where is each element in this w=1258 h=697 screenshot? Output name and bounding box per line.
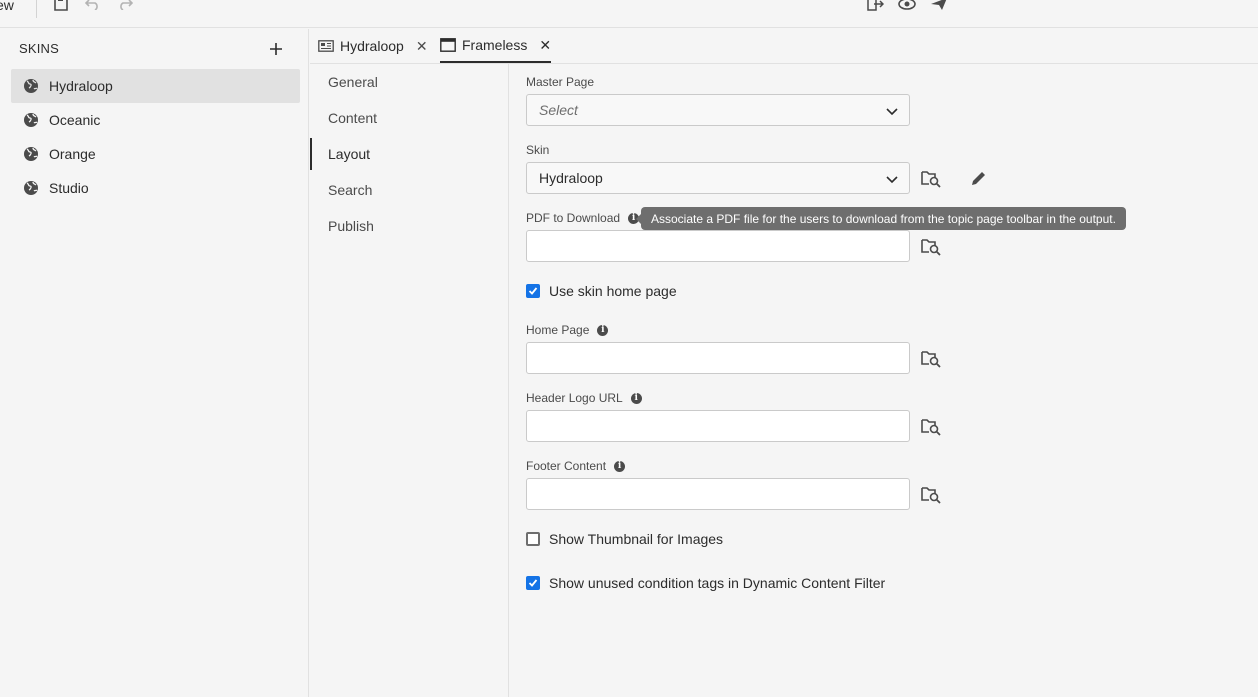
show-thumbnail-label: Show Thumbnail for Images	[549, 531, 724, 547]
footer-content-input[interactable]	[526, 478, 910, 510]
skin-item-label: Orange	[49, 146, 96, 162]
skin-item-label: Studio	[49, 180, 89, 196]
skin-select-value: Hydraloop	[539, 170, 603, 186]
browse-header-logo-icon[interactable]	[921, 416, 941, 436]
article-icon	[318, 39, 334, 53]
nav-item-general[interactable]: General	[310, 64, 508, 100]
checkbox-checked-icon[interactable]	[526, 576, 540, 590]
close-icon[interactable]: ✕	[539, 37, 551, 54]
home-page-label-text: Home Page	[526, 323, 590, 337]
checkbox-unchecked-icon[interactable]	[526, 532, 540, 546]
add-skin-button[interactable]	[266, 39, 286, 59]
window-icon	[440, 38, 456, 52]
skin-item-hydraloop[interactable]: Hydraloop	[11, 69, 300, 103]
footer-content-label: Footer Content i	[526, 459, 626, 473]
export-icon[interactable]	[866, 0, 884, 12]
home-page-input[interactable]	[526, 342, 910, 374]
browse-pdf-icon[interactable]	[921, 236, 941, 256]
toolbar-divider	[36, 0, 37, 18]
nav-item-search[interactable]: Search	[310, 172, 508, 208]
toolbar-truncated-label[interactable]: ew	[0, 0, 14, 13]
globe-icon	[23, 78, 39, 94]
plus-icon	[270, 43, 282, 55]
skin-item-orange[interactable]: Orange	[11, 137, 300, 171]
header-logo-label-text: Header Logo URL	[526, 391, 623, 405]
checkbox-checked-icon[interactable]	[526, 284, 540, 298]
save-icon[interactable]	[52, 0, 70, 12]
skin-item-studio[interactable]: Studio	[11, 171, 300, 205]
skins-panel-title: SKINS	[19, 41, 60, 56]
skin-label-text: Skin	[526, 143, 550, 157]
tab-label: Hydraloop	[340, 38, 404, 54]
redo-icon[interactable]	[116, 0, 134, 12]
editor-tabs: Hydraloop ✕ Frameless ✕	[310, 29, 1258, 64]
skin-item-label: Oceanic	[49, 112, 101, 128]
top-toolbar: ew	[0, 0, 1258, 28]
info-icon[interactable]: i	[614, 460, 626, 472]
globe-icon	[23, 146, 39, 162]
info-icon[interactable]: i	[597, 324, 609, 336]
header-logo-input[interactable]	[526, 410, 910, 442]
tab-frameless[interactable]: Frameless ✕	[440, 29, 552, 63]
skin-item-label: Hydraloop	[49, 78, 113, 94]
pdf-download-label-text: PDF to Download	[526, 211, 621, 225]
chevron-down-icon	[886, 176, 898, 184]
browse-skin-icon[interactable]	[921, 168, 941, 188]
show-unused-tags-label: Show unused condition tags in Dynamic Co…	[549, 575, 886, 591]
skin-list: Hydraloop Oceanic Orange Studio	[11, 69, 300, 205]
tab-hydraloop[interactable]: Hydraloop ✕	[318, 29, 428, 63]
browse-home-page-icon[interactable]	[921, 348, 941, 368]
tab-label: Frameless	[462, 37, 528, 53]
nav-item-layout[interactable]: Layout	[310, 136, 508, 172]
master-page-placeholder: Select	[539, 102, 578, 118]
preview-eye-icon[interactable]	[898, 0, 916, 12]
nav-item-publish[interactable]: Publish	[310, 208, 508, 244]
publish-send-icon[interactable]	[930, 0, 948, 12]
globe-icon	[23, 180, 39, 196]
footer-content-label-text: Footer Content	[526, 459, 607, 473]
info-icon[interactable]: i	[630, 392, 642, 404]
master-page-select[interactable]: Select	[526, 94, 910, 126]
show-unused-tags-checkbox[interactable]: Show unused condition tags in Dynamic Co…	[526, 575, 885, 591]
pdf-download-label: PDF to Download i	[526, 211, 640, 225]
chevron-down-icon	[886, 108, 898, 116]
skin-label: Skin	[526, 143, 549, 157]
pdf-download-input[interactable]	[526, 230, 910, 262]
skins-panel: SKINS Hydraloop Oceanic Orange Studio	[0, 29, 309, 697]
undo-icon[interactable]	[84, 0, 102, 12]
header-logo-label: Header Logo URL i	[526, 391, 642, 405]
home-page-label: Home Page i	[526, 323, 609, 337]
browse-footer-content-icon[interactable]	[921, 484, 941, 504]
show-thumbnail-checkbox[interactable]: Show Thumbnail for Images	[526, 531, 723, 547]
master-page-label-text: Master Page	[526, 75, 595, 89]
skin-select[interactable]: Hydraloop	[526, 162, 910, 194]
skin-item-oceanic[interactable]: Oceanic	[11, 103, 300, 137]
use-skin-home-label: Use skin home page	[549, 283, 677, 299]
layout-settings-form: Master Page Select Skin Hydraloop PDF to…	[510, 64, 1258, 697]
settings-nav: General Content Layout Search Publish	[310, 64, 509, 697]
master-page-label: Master Page	[526, 75, 594, 89]
close-icon[interactable]: ✕	[416, 38, 428, 55]
nav-item-content[interactable]: Content	[310, 100, 508, 136]
globe-icon	[23, 112, 39, 128]
pdf-download-tooltip: Associate a PDF file for the users to do…	[636, 207, 1126, 230]
use-skin-home-checkbox[interactable]: Use skin home page	[526, 283, 677, 299]
edit-skin-pencil-icon[interactable]	[970, 169, 988, 187]
